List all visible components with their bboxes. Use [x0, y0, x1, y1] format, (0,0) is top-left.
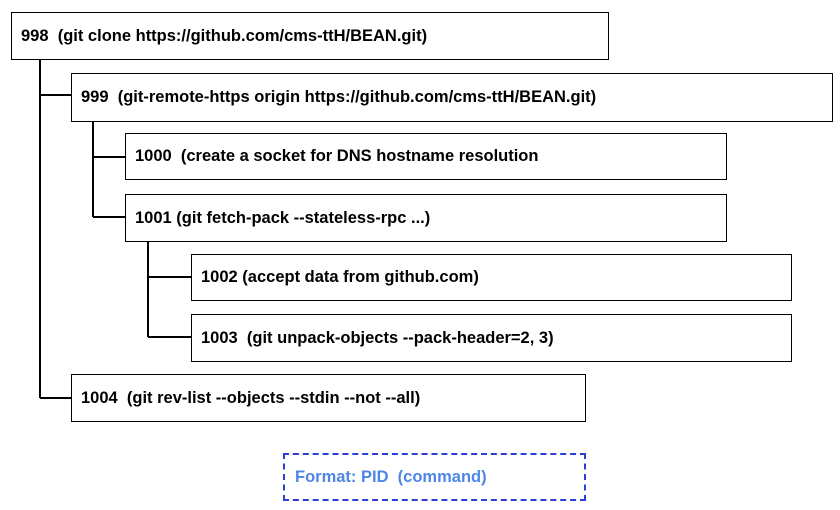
- process-node-1000: 1000 (create a socket for DNS hostname r…: [125, 133, 727, 180]
- format-legend-text: Format: PID (command): [295, 467, 487, 486]
- format-legend: Format: PID (command): [283, 453, 586, 501]
- process-node-1003: 1003 (git unpack-objects --pack-header=2…: [191, 314, 792, 362]
- process-node-1004: 1004 (git rev-list --objects --stdin --n…: [71, 374, 586, 422]
- connector-1001-children: [147, 242, 191, 338]
- process-node-999: 999 (git-remote-https origin https://git…: [71, 73, 833, 122]
- process-node-1002: 1002 (accept data from github.com): [191, 254, 792, 301]
- connector-998-children: [39, 60, 71, 399]
- process-node-998: 998 (git clone https://github.com/cms-tt…: [11, 12, 609, 60]
- process-node-1001: 1001 (git fetch-pack --stateless-rpc ...…: [125, 194, 727, 242]
- connector-999-children: [92, 122, 125, 218]
